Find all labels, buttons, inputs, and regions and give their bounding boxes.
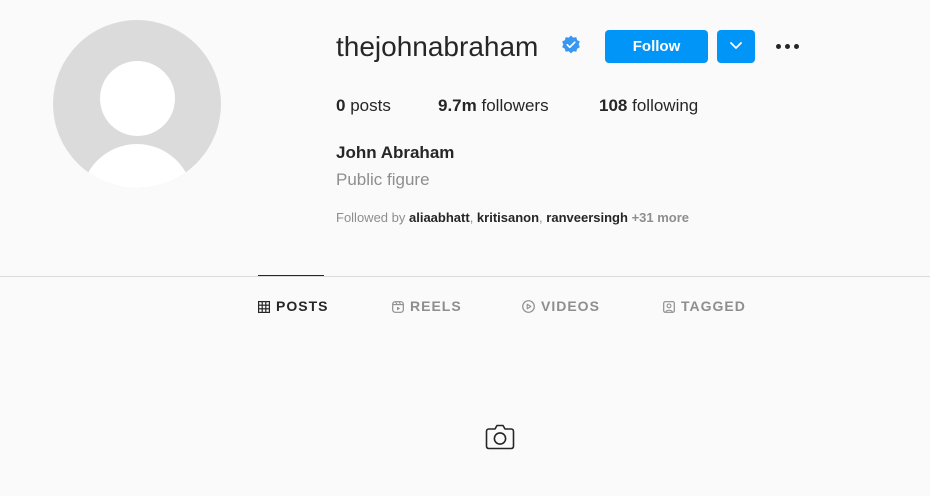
posts-count: 0: [336, 96, 346, 115]
profile-full-name: John Abraham: [336, 143, 455, 162]
more-options-icon[interactable]: [773, 36, 803, 56]
following-count: 108: [599, 96, 628, 115]
reels-icon: [392, 301, 404, 313]
following-label: following: [632, 96, 699, 115]
tagged-icon: [663, 301, 675, 313]
chevron-down-icon: [730, 42, 742, 49]
active-tab-indicator: [258, 275, 324, 276]
follow-button[interactable]: Follow: [605, 30, 708, 63]
followers-count: 9.7m: [438, 96, 477, 115]
posts-label: posts: [350, 96, 391, 115]
tab-tagged-label: TAGGED: [681, 298, 746, 314]
tab-videos[interactable]: VIDEOS: [522, 298, 600, 316]
tab-videos-label: VIDEOS: [541, 298, 600, 314]
stat-following[interactable]: 108 following: [599, 96, 698, 116]
play-circle-icon: [522, 300, 535, 313]
followed-by[interactable]: Followed by aliaabhatt, kritisanon, ranv…: [336, 210, 689, 225]
followed-by-prefix: Followed by: [336, 210, 406, 225]
tabs-divider: [0, 276, 930, 277]
verified-badge-icon: [562, 35, 580, 54]
profile-username: thejohnabraham: [336, 31, 539, 62]
stat-followers[interactable]: 9.7m followers: [438, 96, 549, 116]
followed-by-user[interactable]: kritisanon: [477, 210, 539, 225]
stat-posts: 0 posts: [336, 96, 391, 116]
tab-tagged[interactable]: TAGGED: [663, 298, 746, 316]
profile-category: Public figure: [336, 170, 430, 189]
grid-icon: [258, 301, 271, 314]
followed-by-more[interactable]: +31 more: [632, 210, 689, 225]
tab-reels-label: REELS: [410, 298, 462, 314]
avatar-placeholder-body: [81, 144, 193, 188]
tab-posts[interactable]: POSTS: [258, 298, 328, 316]
followed-by-user[interactable]: ranveersingh: [546, 210, 628, 225]
followed-by-user[interactable]: aliaabhatt: [409, 210, 470, 225]
tab-reels[interactable]: REELS: [392, 298, 462, 316]
suggested-dropdown-button[interactable]: [717, 30, 755, 63]
followers-label: followers: [481, 96, 549, 115]
tab-posts-label: POSTS: [276, 298, 329, 314]
profile-avatar[interactable]: [53, 20, 221, 188]
avatar-placeholder-head: [100, 61, 175, 136]
camera-icon: [485, 424, 515, 450]
